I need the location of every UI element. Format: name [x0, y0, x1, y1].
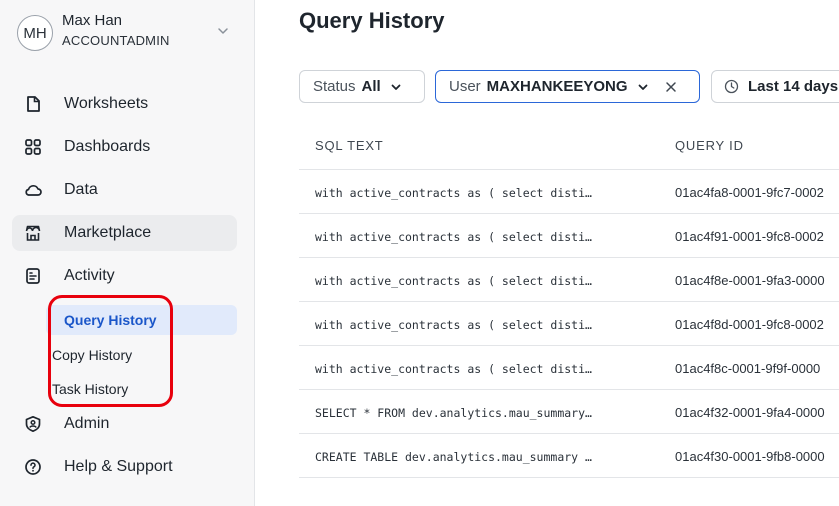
- query-id-cell[interactable]: 01ac4f91-0001-9fc8-0002: [675, 229, 824, 244]
- sql-text-cell: with active_contracts as ( select disti…: [315, 274, 592, 288]
- sidebar: MH Max Han ACCOUNTADMIN Worksheets Dashb…: [0, 0, 255, 506]
- sidebar-item-label: Data: [64, 181, 98, 198]
- sql-text-cell: SELECT * FROM dev.analytics.mau_summary…: [315, 406, 592, 420]
- sidebar-subitem-task-history[interactable]: Task History: [52, 374, 128, 404]
- column-header-query-id[interactable]: QUERY ID: [675, 138, 744, 153]
- table-row[interactable]: with active_contracts as ( select disti……: [299, 301, 839, 345]
- sidebar-item-label: Activity: [64, 267, 115, 284]
- worksheet-icon: [27, 96, 40, 112]
- chevron-down-icon[interactable]: [216, 24, 230, 38]
- user-filter[interactable]: User MAXHANKEEYONG: [435, 70, 700, 103]
- sidebar-item-label: Dashboards: [64, 138, 151, 155]
- user-filter-value: MAXHANKEEYONG: [486, 78, 628, 95]
- sidebar-item-help-support[interactable]: Help & Support: [12, 449, 237, 485]
- shield-icon: [25, 415, 41, 433]
- query-id-cell[interactable]: 01ac4f8d-0001-9fc8-0002: [675, 317, 824, 332]
- query-id-cell[interactable]: 01ac4f8e-0001-9fa3-0000: [675, 273, 825, 288]
- table-row[interactable]: with active_contracts as ( select disti……: [299, 345, 839, 389]
- time-range-filter[interactable]: Last 14 days: [711, 70, 839, 103]
- user-menu[interactable]: MH Max Han ACCOUNTADMIN: [14, 10, 239, 58]
- storefront-icon: [25, 225, 41, 241]
- sidebar-item-data[interactable]: Data: [12, 172, 237, 208]
- chevron-down-icon: [638, 84, 647, 90]
- clock-icon: [724, 79, 739, 94]
- sidebar-item-dashboards[interactable]: Dashboards: [12, 129, 237, 165]
- column-header-sql-text[interactable]: SQL TEXT: [315, 138, 384, 153]
- query-id-cell[interactable]: 01ac4fa8-0001-9fc7-0002: [675, 185, 824, 200]
- table-row[interactable]: with active_contracts as ( select disti……: [299, 169, 839, 213]
- sidebar-item-admin[interactable]: Admin: [12, 406, 237, 442]
- dashboard-grid-icon: [25, 139, 41, 155]
- main-content: Query History Status All User MAXHANKEEY…: [256, 0, 839, 506]
- table-row[interactable]: SELECT * FROM dev.analytics.mau_summary……: [299, 389, 839, 433]
- sidebar-item-label: Marketplace: [64, 224, 152, 241]
- sidebar-item-worksheets[interactable]: Worksheets: [12, 86, 237, 122]
- sidebar-item-marketplace[interactable]: Marketplace: [12, 215, 237, 251]
- page-title: Query History: [299, 8, 445, 33]
- sidebar-item-label: Worksheets: [64, 95, 149, 112]
- user-filter-label: User: [449, 78, 481, 95]
- cloud-icon: [25, 184, 42, 196]
- query-id-cell[interactable]: 01ac4f30-0001-9fb8-0000: [675, 449, 825, 464]
- sidebar-item-label: Help & Support: [64, 458, 173, 475]
- activity-document-icon: [26, 268, 40, 284]
- sidebar-subitem-query-history[interactable]: Query History: [46, 305, 237, 335]
- close-icon[interactable]: [665, 81, 677, 93]
- sql-text-cell: with active_contracts as ( select disti…: [315, 186, 592, 200]
- table-row[interactable]: [299, 477, 839, 506]
- sql-text-cell: CREATE TABLE dev.analytics.mau_summary …: [315, 450, 592, 464]
- sidebar-subitem-copy-history[interactable]: Copy History: [52, 340, 132, 370]
- sidebar-item-activity[interactable]: Activity: [12, 258, 237, 294]
- sql-text-cell: with active_contracts as ( select disti…: [315, 318, 592, 332]
- chevron-down-icon: [391, 84, 401, 90]
- status-filter-label: Status: [313, 78, 356, 95]
- help-circle-icon: [25, 459, 41, 475]
- table-row[interactable]: with active_contracts as ( select disti……: [299, 257, 839, 301]
- user-name: Max Han: [62, 12, 123, 29]
- table-row[interactable]: with active_contracts as ( select disti……: [299, 213, 839, 257]
- query-id-cell[interactable]: 01ac4f32-0001-9fa4-0000: [675, 405, 825, 420]
- sidebar-item-label: Admin: [64, 415, 110, 432]
- user-role: ACCOUNTADMIN: [62, 33, 170, 48]
- table-row[interactable]: CREATE TABLE dev.analytics.mau_summary ……: [299, 433, 839, 477]
- sql-text-cell: with active_contracts as ( select disti…: [315, 362, 592, 376]
- status-filter-value: All: [361, 78, 381, 95]
- time-range-value: Last 14 days: [748, 78, 839, 95]
- avatar: MH: [17, 15, 53, 51]
- query-id-cell[interactable]: 01ac4f8c-0001-9f9f-0000: [675, 361, 820, 376]
- sql-text-cell: with active_contracts as ( select disti…: [315, 230, 592, 244]
- status-filter[interactable]: Status All: [299, 70, 425, 103]
